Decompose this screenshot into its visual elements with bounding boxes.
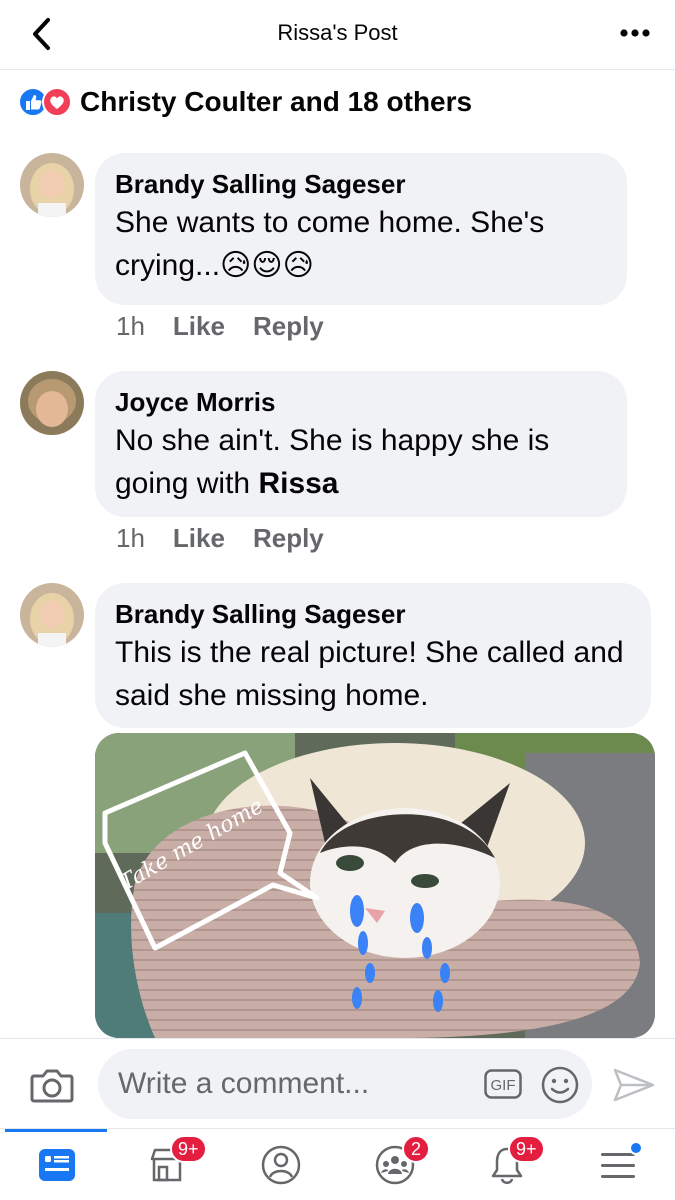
marketplace-badge: 9+ xyxy=(170,1135,207,1163)
gif-button[interactable]: GIF xyxy=(484,1069,522,1099)
avatar-brandy-image xyxy=(20,153,84,217)
groups-badge: 2 xyxy=(402,1135,430,1163)
comment-time: 1h xyxy=(116,311,145,341)
send-icon xyxy=(613,1068,655,1102)
like-link[interactable]: Like xyxy=(173,311,225,342)
gif-label: GIF xyxy=(491,1077,516,1094)
comment-photo[interactable]: Take me home xyxy=(95,733,655,1038)
page-title: Rissa's Post xyxy=(277,20,398,45)
comment-time: 1h xyxy=(116,523,145,553)
avatar-joyce-image xyxy=(20,371,84,435)
reply-link[interactable]: Reply xyxy=(253,523,324,554)
news-feed-icon xyxy=(39,1149,75,1181)
send-button[interactable] xyxy=(612,1067,656,1103)
gif-icon: GIF xyxy=(484,1069,522,1099)
profile-icon xyxy=(261,1145,301,1185)
comment-meta: 1h Like Reply xyxy=(116,311,324,342)
emoji-button[interactable] xyxy=(540,1065,580,1105)
avatar-brandy-image xyxy=(20,583,84,647)
avatar[interactable] xyxy=(20,371,84,435)
camera-button[interactable] xyxy=(28,1061,76,1109)
avatar[interactable] xyxy=(20,153,84,217)
comment-bubble[interactable]: Brandy Salling Sageser She wants to come… xyxy=(95,153,627,305)
comment-text: She wants to come home. She's crying...😥… xyxy=(115,206,545,282)
comment-author[interactable]: Brandy Salling Sageser xyxy=(115,167,607,201)
mention-link[interactable]: Rissa xyxy=(258,467,338,500)
comment-text: This is the real picture! She called and… xyxy=(115,636,624,712)
comment-composer: GIF xyxy=(0,1038,675,1128)
camera-icon xyxy=(30,1069,74,1103)
comment-author[interactable]: Brandy Salling Sageser xyxy=(115,597,631,631)
more-options-button[interactable] xyxy=(617,18,653,48)
reactions-text: Christy Coulter and 18 others xyxy=(80,86,473,117)
comment-bubble[interactable]: Brandy Salling Sageser This is the real … xyxy=(95,583,651,728)
reactions-summary[interactable]: Christy Coulter and 18 others xyxy=(18,84,472,120)
avatar[interactable] xyxy=(20,583,84,647)
love-reaction-icon xyxy=(42,87,72,117)
header-bar: Rissa's Post xyxy=(0,0,675,70)
tab-news-feed[interactable] xyxy=(2,1129,112,1200)
reaction-icons xyxy=(18,87,76,117)
tab-marketplace[interactable]: 9+ xyxy=(112,1129,222,1200)
menu-new-dot xyxy=(629,1141,643,1155)
like-link[interactable]: Like xyxy=(173,523,225,554)
tab-menu[interactable] xyxy=(563,1129,673,1200)
comment-input[interactable] xyxy=(118,1061,458,1107)
tab-profile[interactable] xyxy=(226,1129,336,1200)
comment-bubble[interactable]: Joyce Morris No she ain't. She is happy … xyxy=(95,371,627,517)
comment-meta: 1h Like Reply xyxy=(116,523,324,554)
bottom-nav: 9+ 2 9+ xyxy=(0,1128,675,1200)
cat-photo-image: Take me home xyxy=(95,733,655,1038)
comment-text: No she ain't. She is happy she is going … xyxy=(115,419,607,505)
tab-notifications[interactable]: 9+ xyxy=(452,1129,562,1200)
tab-groups[interactable]: 2 xyxy=(340,1129,450,1200)
reply-link[interactable]: Reply xyxy=(253,311,324,342)
smiley-icon xyxy=(541,1066,579,1104)
notifications-badge: 9+ xyxy=(508,1135,545,1163)
comment-author[interactable]: Joyce Morris xyxy=(115,385,607,419)
more-dots-icon xyxy=(620,29,650,37)
comment-input-container[interactable]: GIF xyxy=(98,1049,592,1119)
